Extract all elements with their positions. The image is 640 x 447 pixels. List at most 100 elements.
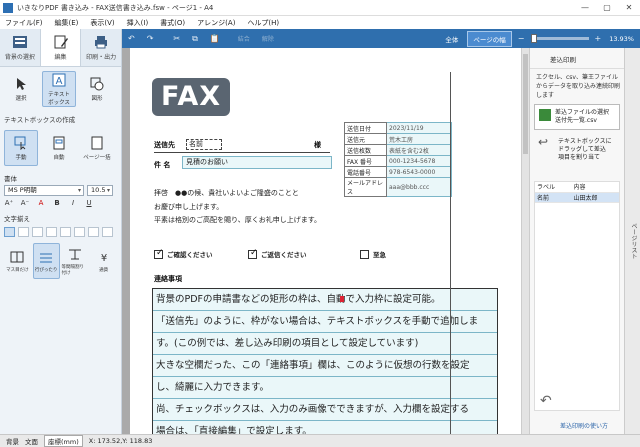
line-fit-button[interactable]: 行ぴったり [32,243,60,279]
align-label: 文字揃え [4,215,30,223]
align-justify-button[interactable] [46,227,57,237]
check-reply[interactable]: ご返信ください [248,248,307,259]
equal-spacing-icon [68,249,81,259]
bold-button[interactable]: B [52,199,62,207]
note-line[interactable]: 「送信先」のように、枠がない場合は、テキストボックスを手動で追加しま [153,311,497,333]
checkbox-reply[interactable] [248,248,258,259]
printer-icon [95,35,108,48]
align-middle-button[interactable] [74,227,85,237]
redo-button[interactable]: ↷ [147,34,154,43]
italic-button[interactable]: I [68,199,78,207]
group-button[interactable]: 結合 [238,34,250,43]
underline-button[interactable]: U [84,199,94,207]
manual-create-button[interactable]: 手動 [4,130,38,166]
greeting-line-2: お慶び申し上げます。 [154,203,224,211]
guide-line[interactable] [450,72,451,434]
info-value[interactable]: 表紙を含む2枚 [386,144,452,156]
menu-help[interactable]: ヘルプ(H) [242,18,286,28]
document-area[interactable]: FAX 送信先 名前 様 件 名 見積のお願い 送信日付 2023/11/19 送信… [122,48,529,434]
paste-button[interactable]: 📋 [210,34,220,43]
note-line[interactable]: し、綺麗に入力できます。 [153,377,497,399]
note-line[interactable]: 大きな空欄だった、この「連絡事項」欄は、このように仮想の行数を設定 [153,355,497,377]
table-row[interactable]: 名前 山田太郎 [535,192,619,203]
document-page[interactable]: FAX 送信先 名前 様 件 名 見積のお願い 送信日付 2023/11/19 送信… [130,48,529,434]
zoom-slider-handle[interactable] [530,34,537,43]
menu-insert[interactable]: 挿入(I) [122,18,156,28]
info-row: メールアドレス aaa@bbb.ccc [344,177,452,197]
note-line[interactable]: 場合は、「直接編集」で設定します。 [153,421,497,434]
currency-icon: ¥ [100,253,106,264]
equal-spacing-button[interactable]: 等間隔割り付け [62,243,89,279]
help-link[interactable]: 差込印刷の使い方 [560,421,608,430]
menu-file[interactable]: ファイル(F) [0,18,50,28]
to-field[interactable]: 名前 [186,139,222,150]
textbox-tool[interactable]: A テキスト ボックス [42,71,76,107]
check-confirm[interactable]: ご確認ください [154,248,213,259]
select-tool[interactable]: 選択 [4,71,38,107]
align-right-button[interactable] [32,227,43,237]
auto-page-icon [53,136,65,149]
note-line[interactable]: す。(この例では、差し込み印刷の項目として設定しています) [153,333,497,355]
maximize-button[interactable]: ▢ [596,0,618,16]
note-line[interactable]: 尚、チェックボックスは、入力のみ画像でできますが、入力欄を設定する [153,399,497,421]
font-size-select[interactable]: 10.5 [87,185,113,196]
close-button[interactable]: ✕ [618,0,640,16]
currency-button[interactable]: ¥ 通貨 [90,243,117,279]
grid-only-button[interactable]: マス目だけ [4,243,31,279]
fit-width-button[interactable]: ページの幅 [467,30,512,47]
font-label: 書体 [4,175,17,183]
cut-button[interactable]: ✂ [173,34,180,43]
zoom-slider[interactable] [530,34,589,43]
font-color-button[interactable]: A [36,199,46,207]
align-bottom-button[interactable] [88,227,99,237]
layer-bg-toggle[interactable]: 背景 [6,436,19,446]
info-value[interactable]: 978-6543-0000 [386,166,452,178]
zoom-out-button[interactable]: − [518,34,525,43]
checkbox-urgent[interactable] [360,249,369,259]
menu-view[interactable]: 表示(V) [85,18,121,28]
align-vertical-button[interactable] [102,227,113,237]
shape-tool[interactable]: 図形 [80,71,114,107]
info-value[interactable]: 2023/11/19 [386,122,452,134]
window-title: いきなりPDF 書き込み - FAX送信書き込み.fsw - ページ1 - A4 [17,3,214,12]
layer-text-toggle[interactable]: 文面 [25,436,38,446]
tab-print[interactable]: 印刷・出力 [81,29,121,66]
font-shrink-button[interactable]: A⁻ [20,199,30,207]
zoom-in-button[interactable]: + [595,34,602,43]
font-family-select[interactable]: MS P明朝 [4,185,84,196]
tab-edit[interactable]: 編集 [39,29,82,66]
minimize-button[interactable]: — [574,0,596,16]
copy-button[interactable]: ⧉ [192,34,198,44]
mail-merge-panel: 差込印刷 エクセル、csv、筆王ファイルからデータを取り込み連続印刷します 差込… [529,48,624,434]
info-value[interactable]: aaa@bbb.ccc [386,177,452,197]
notes-box[interactable]: 背景のPDFの申請書などの矩形の枠は、自動で入力枠に設定可能。 「送信先」のよう… [152,288,498,434]
info-row: 送信元 荒木工房 [344,133,452,145]
align-center-button[interactable] [18,227,29,237]
page-list-tab[interactable]: ページリスト [624,48,640,434]
checkbox-confirm[interactable] [154,248,164,259]
note-line[interactable]: 背景のPDFの申請書などの矩形の枠は、自動で入力枠に設定可能。 [153,289,497,311]
title-bar: いきなりPDF 書き込み - FAX送信書き込み.fsw - ページ1 - A4… [0,0,640,16]
menu-format[interactable]: 書式(O) [155,18,192,28]
align-top-button[interactable] [60,227,71,237]
fit-all-button[interactable]: 全体 [440,32,463,46]
check-urgent[interactable]: 至急 [360,249,386,259]
page-all-create-button[interactable]: ページ一括 [80,130,114,166]
subject-field[interactable]: 見積のお願い [182,156,332,169]
undo-button[interactable]: ↶ [128,34,135,43]
info-value[interactable]: 000-1234-5678 [386,155,452,167]
select-merge-file-button[interactable]: 差込ファイルの選択 送付先一覧.csv [534,104,620,130]
auto-create-button[interactable]: 自動 [42,130,76,166]
document-scrollbar[interactable] [521,48,529,434]
info-value[interactable]: 荒木工房 [386,133,452,145]
font-grow-button[interactable]: A⁺ [4,199,14,207]
menu-arrange[interactable]: アレンジ(A) [192,18,242,28]
fax-logo: FAX [152,78,230,116]
scrollbar-thumb[interactable] [523,54,528,154]
merge-field-list[interactable]: ラベル 内容 名前 山田太郎 [534,181,620,411]
align-left-button[interactable] [4,227,15,237]
tab-background[interactable]: 背景の選択 [0,29,40,66]
ungroup-button[interactable]: 解除 [262,34,274,43]
menu-edit[interactable]: 編集(E) [50,18,86,28]
window-controls: — ▢ ✕ [574,0,640,16]
